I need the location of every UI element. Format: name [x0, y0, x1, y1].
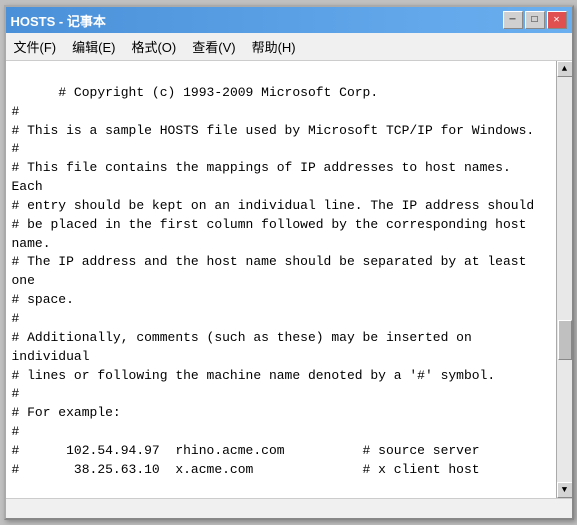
scroll-up-button[interactable]: ▲: [557, 61, 572, 77]
scroll-down-button[interactable]: ▼: [557, 482, 572, 498]
scrollbar-thumb[interactable]: [558, 320, 572, 360]
menu-help[interactable]: 帮助(H): [244, 35, 304, 58]
content-area: # Copyright (c) 1993-2009 Microsoft Corp…: [6, 61, 572, 498]
menu-edit[interactable]: 编辑(E): [64, 35, 123, 58]
scrollbar-track[interactable]: [557, 77, 572, 482]
title-bar-buttons: ─ □ ✕: [503, 11, 567, 29]
minimize-button[interactable]: ─: [503, 11, 523, 29]
notepad-window: HOSTS - 记事本 ─ □ ✕ 文件(F) 编辑(E) 格式(O) 查看(V…: [4, 5, 574, 520]
maximize-button[interactable]: □: [525, 11, 545, 29]
menu-bar: 文件(F) 编辑(E) 格式(O) 查看(V) 帮助(H): [6, 33, 572, 61]
vertical-scrollbar[interactable]: ▲ ▼: [556, 61, 572, 498]
main-text: # Copyright (c) 1993-2009 Microsoft Corp…: [12, 85, 535, 498]
menu-view[interactable]: 查看(V): [184, 35, 243, 58]
menu-format[interactable]: 格式(O): [123, 35, 184, 58]
text-editor[interactable]: # Copyright (c) 1993-2009 Microsoft Corp…: [6, 61, 556, 498]
window-title: HOSTS - 记事本: [11, 11, 106, 30]
status-bar: [6, 498, 572, 518]
title-bar: HOSTS - 记事本 ─ □ ✕: [6, 7, 572, 33]
close-button[interactable]: ✕: [547, 11, 567, 29]
menu-file[interactable]: 文件(F): [6, 35, 65, 58]
